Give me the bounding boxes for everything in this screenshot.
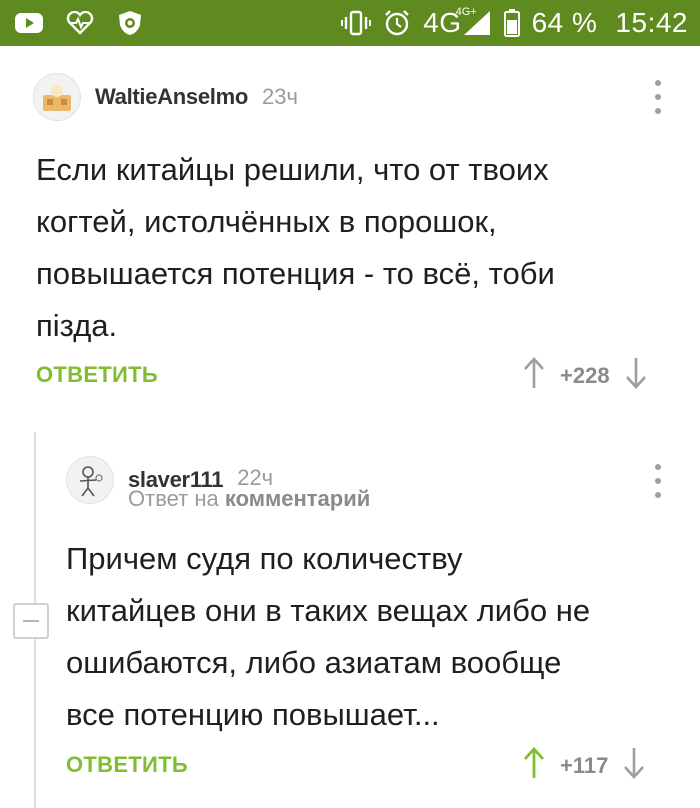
comment-line: ошибаются, либо азиатам вообще — [66, 645, 562, 680]
vote-control: +228 — [522, 356, 648, 395]
comment-line: когтей, истолчённых в порошок, — [36, 204, 497, 239]
reply-to-meta: Ответ на комментарий — [128, 486, 370, 512]
more-options-icon[interactable] — [651, 80, 665, 114]
status-bar: 4G 4G+ 64 % 15:42 — [0, 0, 700, 46]
heart-rate-icon — [66, 11, 94, 35]
battery-level: 64 % — [531, 7, 598, 38]
comment-line: китайцев они в таких вещах либо не — [66, 593, 591, 628]
vote-count: +117 — [560, 752, 609, 778]
signal-icon: 4G+ — [456, 6, 492, 36]
vibrate-icon — [341, 9, 372, 37]
comment-text: Причем судя по количеству китайцев они в… — [66, 533, 590, 741]
shield-app-icon — [116, 9, 144, 37]
comment-line: Причем судя по количеству — [66, 541, 463, 576]
battery-icon — [503, 9, 520, 37]
vote-count: +228 — [560, 362, 610, 388]
comment-line: пiзда. — [36, 308, 118, 343]
collapse-thread-button[interactable] — [13, 603, 49, 639]
network-sup-label: 4G+ — [455, 6, 477, 18]
upvote-icon[interactable] — [522, 746, 546, 785]
downvote-icon[interactable] — [622, 746, 646, 785]
reply-button[interactable]: ОТВЕТИТЬ — [36, 362, 158, 388]
comment-line: Если китайцы решили, что от твоих — [36, 152, 549, 187]
comment-header: WaltieAnselmo 23ч — [33, 73, 298, 121]
comment-text: Если китайцы решили, что от твоих когтей… — [36, 144, 555, 352]
avatar[interactable] — [33, 73, 81, 121]
upvote-icon[interactable] — [522, 356, 546, 395]
username[interactable]: WaltieAnselmo — [95, 84, 248, 110]
downvote-icon[interactable] — [624, 356, 648, 395]
more-options-icon[interactable] — [651, 464, 665, 498]
reply-button[interactable]: ОТВЕТИТЬ — [66, 752, 188, 778]
clock: 15:42 — [615, 7, 688, 38]
comment-time: 23ч — [261, 84, 298, 109]
reply-target-link[interactable]: комментарий — [225, 486, 370, 511]
comment-line: все потенцию повышает... — [66, 697, 440, 732]
comment-line: повышается потенция - то всё, тоби — [36, 256, 555, 291]
alarm-icon — [383, 9, 411, 37]
reply-prefix: Ответ на — [128, 486, 219, 511]
youtube-icon — [14, 12, 44, 34]
avatar[interactable] — [66, 456, 114, 504]
minus-icon — [23, 620, 39, 622]
vote-control: +117 — [522, 746, 646, 785]
